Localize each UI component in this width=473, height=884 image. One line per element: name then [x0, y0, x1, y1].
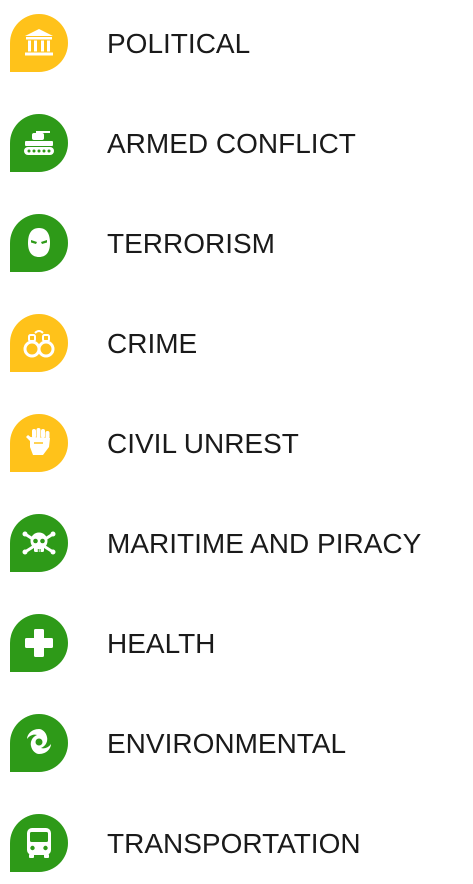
- legend-item-environmental[interactable]: ENVIRONMENTAL: [0, 714, 473, 784]
- legend-item-maritime-and-piracy[interactable]: MARITIME AND PIRACY: [0, 514, 473, 584]
- legend-item-terrorism[interactable]: TERRORISM: [0, 214, 473, 284]
- legend-label: CRIME: [107, 328, 198, 359]
- legend-label: HEALTH: [107, 628, 216, 659]
- skull-crossbones-icon: [22, 531, 56, 555]
- legend-label: ARMED CONFLICT: [107, 128, 356, 159]
- pin-marker-crime: [10, 314, 68, 372]
- legend-item-health[interactable]: HEALTH: [0, 614, 473, 684]
- pin-marker-transportation: [10, 814, 68, 872]
- pin-marker-terrorism: [10, 214, 68, 272]
- masked-head-icon: [28, 228, 50, 257]
- legend-label: TRANSPORTATION: [107, 828, 361, 859]
- handcuffs-icon: [23, 330, 55, 358]
- legend-label: POLITICAL: [107, 28, 251, 59]
- raised-fist-icon: [26, 428, 50, 455]
- pin-marker-political: [10, 14, 68, 72]
- tank-icon: [24, 131, 54, 155]
- plus-cross-icon: [25, 629, 53, 657]
- legend-item-transportation[interactable]: TRANSPORTATION: [0, 814, 473, 884]
- hurricane-icon: [27, 729, 51, 754]
- pin-marker-health: [10, 614, 68, 672]
- government-building-icon: [25, 29, 53, 56]
- bus-icon: [27, 828, 51, 858]
- legend-label: MARITIME AND PIRACY: [107, 528, 422, 559]
- pin-marker-environmental: [10, 714, 68, 772]
- pin-marker-armed-conflict: [10, 114, 68, 172]
- category-legend: POLITICAL ARMED CONFLICT TERRORISM CRIME…: [0, 0, 473, 881]
- legend-label: ENVIRONMENTAL: [107, 728, 347, 759]
- legend-label: CIVIL UNREST: [107, 428, 299, 459]
- legend-label: TERRORISM: [107, 228, 275, 259]
- pin-marker-civil-unrest: [10, 414, 68, 472]
- legend-item-crime[interactable]: CRIME: [0, 314, 473, 384]
- pin-marker-maritime-and-piracy: [10, 514, 68, 572]
- legend-item-armed-conflict[interactable]: ARMED CONFLICT: [0, 114, 473, 184]
- legend-item-civil-unrest[interactable]: CIVIL UNREST: [0, 414, 473, 484]
- legend-item-political[interactable]: POLITICAL: [0, 14, 473, 84]
